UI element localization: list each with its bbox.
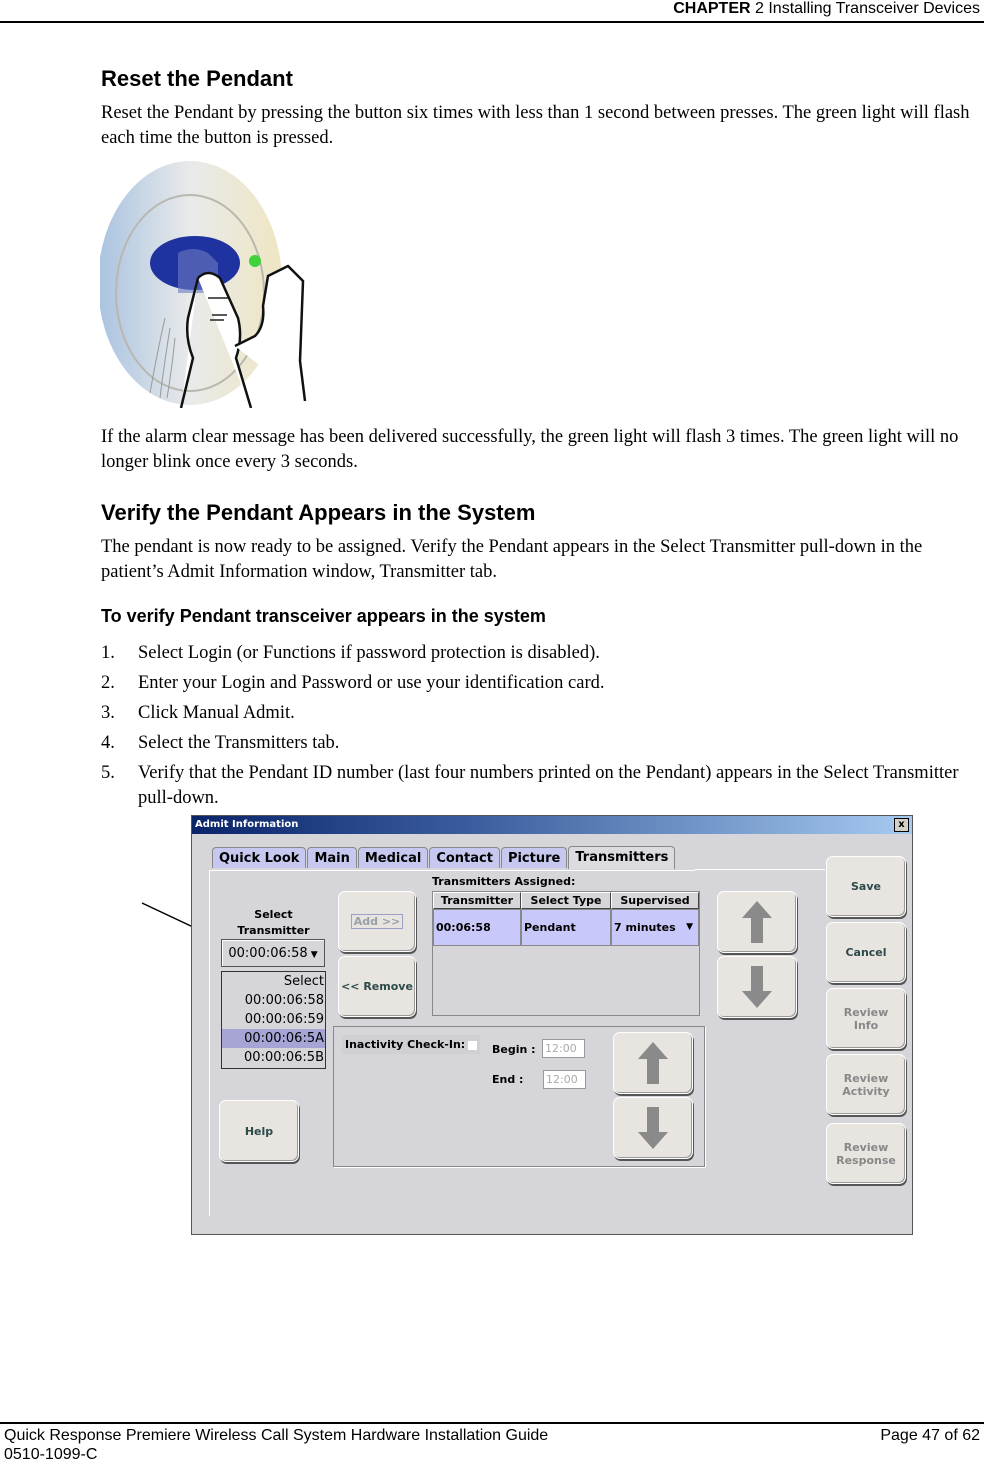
close-icon: x <box>898 819 905 830</box>
inactivity-checkbox[interactable] <box>468 1040 478 1050</box>
inactivity-down-button[interactable] <box>613 1097 693 1159</box>
add-button[interactable]: Add >> <box>338 891 416 952</box>
tab-picture[interactable]: Picture <box>500 847 568 868</box>
section-title-verify: Verify the Pendant Appears in the System <box>101 500 536 525</box>
tab-quick-look[interactable]: Quick Look <box>212 847 307 868</box>
admit-information-dialog: Admit Information x Quick Look Main Medi… <box>191 815 913 1235</box>
arrow-down-icon <box>638 1107 668 1149</box>
move-down-button[interactable] <box>717 956 797 1018</box>
select-transmitter-label: Select Transmitter <box>237 908 310 937</box>
remove-button[interactable]: << Remove <box>338 956 416 1017</box>
dropdown-option[interactable]: 00:00:06:58 <box>222 991 325 1010</box>
review-response-button[interactable]: Review Response <box>826 1123 906 1184</box>
column-header-supervised[interactable]: Supervised <box>611 892 699 909</box>
step-item: 3. Click Manual Admit. <box>101 703 295 723</box>
reset-result-paragraph: If the alarm clear message has been deli… <box>101 427 959 472</box>
section-title-reset: Reset the Pendant <box>101 66 293 91</box>
arrow-up-icon <box>742 901 772 943</box>
select-transmitter-dropdown[interactable]: 00:00:06:58 ▼ <box>221 939 325 967</box>
step-item: 5. Verify that the Pendant ID number (las… <box>101 763 959 808</box>
tab-contact[interactable]: Contact <box>429 847 500 868</box>
procedure-steps: 1. Select Login (or Functions if password… <box>101 641 971 816</box>
footer-guide-title: Quick Response Premiere Wireless Call Sy… <box>4 1427 549 1444</box>
begin-label: Begin : <box>492 1043 536 1056</box>
chapter-label: CHAPTER <box>673 0 751 17</box>
dropdown-option[interactable]: 00:00:06:59 <box>222 1010 325 1029</box>
procedure-title: To verify Pendant transceiver appears in… <box>101 606 546 626</box>
step-item: 4. Select the Transmitters tab. <box>101 733 340 753</box>
move-up-button[interactable] <box>717 891 797 953</box>
arrow-down-icon <box>742 966 772 1008</box>
review-activity-button[interactable]: Review Activity <box>826 1054 906 1115</box>
cell-transmitter: 00:06:58 <box>433 909 521 946</box>
begin-time-input[interactable] <box>542 1039 585 1058</box>
transmitters-assigned-label: Transmitters Assigned: <box>432 875 576 888</box>
inactivity-check-in-label: Inactivity Check-In: <box>342 1035 481 1054</box>
dropdown-option[interactable]: Select <box>222 972 325 991</box>
transmitter-options-list: Select 00:00:06:58 00:00:06:59 00:00:06:… <box>221 971 326 1069</box>
end-label: End : <box>492 1073 524 1086</box>
pendant-hand-icon <box>98 161 307 409</box>
table-row[interactable]: 00:06:58 Pendant 7 minutes ▼ <box>433 909 699 946</box>
dropdown-option[interactable]: 00:00:06:5B <box>222 1048 325 1067</box>
assigned-transmitters-table: Transmitter Select Type Supervised 00:06… <box>432 891 700 1016</box>
cancel-button[interactable]: Cancel <box>826 922 906 983</box>
chapter-title: 2 Installing Transceiver Devices <box>755 0 980 17</box>
cell-select-type: Pendant <box>521 909 611 946</box>
green-led-icon <box>249 255 261 267</box>
footer-rule <box>0 1422 984 1424</box>
pendant-press-illustration <box>98 158 325 409</box>
verify-paragraph: The pendant is now ready to be assigned.… <box>101 537 923 582</box>
close-button[interactable]: x <box>894 818 909 832</box>
chevron-down-icon: ▼ <box>310 950 318 960</box>
save-button[interactable]: Save <box>826 856 906 917</box>
table-header: Transmitter Select Type Supervised <box>433 892 699 909</box>
step-item: 2. Enter your Login and Password or use y… <box>101 673 605 693</box>
tab-medical[interactable]: Medical <box>357 847 429 868</box>
step-item: 1. Select Login (or Functions if password… <box>101 643 600 663</box>
arrow-up-icon <box>638 1042 668 1084</box>
dialog-title-bar: Admit Information <box>192 816 912 834</box>
chevron-down-icon: ▼ <box>686 922 693 932</box>
review-info-button[interactable]: Review Info <box>826 988 906 1049</box>
running-header: CHAPTER 2 Installing Transceiver Devices <box>673 0 980 18</box>
tab-transmitters[interactable]: Transmitters <box>568 846 676 869</box>
dropdown-option-selected[interactable]: 00:00:06:5A <box>222 1029 325 1048</box>
help-button[interactable]: Help <box>219 1100 299 1162</box>
reset-paragraph: Reset the Pendant by pressing the button… <box>101 103 970 148</box>
footer-page-number: Page 47 of 62 <box>880 1427 980 1444</box>
supervised-dropdown[interactable]: 7 minutes ▼ <box>611 909 699 946</box>
end-time-input[interactable] <box>543 1070 586 1089</box>
header-rule <box>0 21 984 23</box>
select-transmitter-value: 00:00:06:58 <box>228 946 308 961</box>
tab-bar: Quick Look Main Medical Contact Picture … <box>212 846 676 869</box>
footer-doc-number: 0510-1099-C <box>4 1446 98 1463</box>
column-header-transmitter[interactable]: Transmitter <box>433 892 521 909</box>
inactivity-up-button[interactable] <box>613 1032 693 1094</box>
column-header-select-type[interactable]: Select Type <box>521 892 611 909</box>
dialog-title: Admit Information <box>195 819 299 830</box>
tab-main[interactable]: Main <box>307 847 357 868</box>
